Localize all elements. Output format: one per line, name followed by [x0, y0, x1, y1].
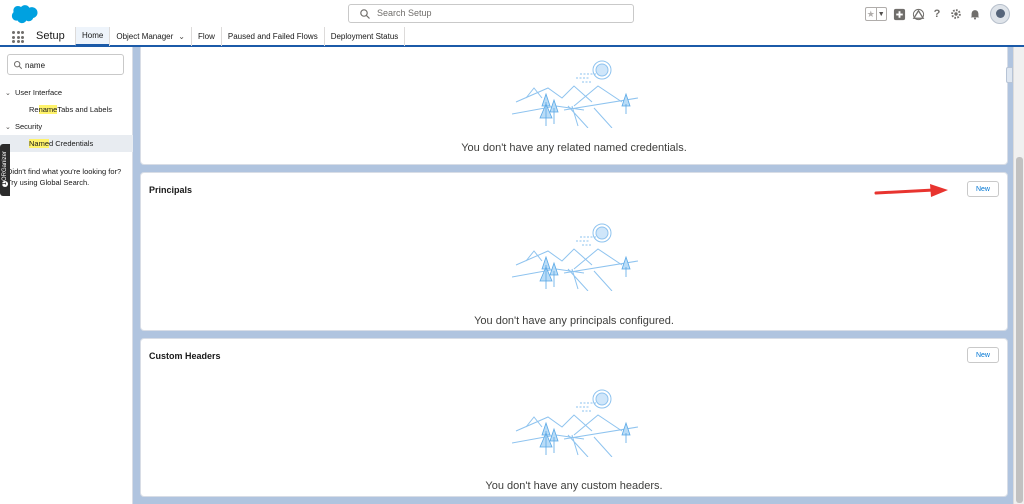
search-icon — [360, 9, 370, 19]
tab-object-manager[interactable]: Object Manager ⌄ — [109, 27, 191, 46]
gear-icon[interactable] — [949, 7, 963, 21]
app-name: Setup — [36, 30, 65, 42]
quick-find-input[interactable] — [25, 58, 120, 72]
card-title: Principals — [149, 185, 193, 195]
help-icon[interactable]: ? — [930, 7, 944, 21]
empty-state-message: You don't have any related named credent… — [461, 142, 687, 154]
main-content: You don't have any related named credent… — [133, 47, 1013, 504]
empty-state-message: You don't have any principals configured… — [474, 315, 674, 327]
tree-node-label: Security — [15, 122, 43, 131]
chevron-down-icon[interactable]: ▼ — [875, 8, 887, 20]
tab-deployment-status-label: Deployment Status — [330, 32, 399, 41]
salesforce-logo-icon[interactable] — [9, 4, 39, 24]
quick-find-help-text: Didn't find what you're looking for? Try… — [7, 166, 131, 188]
app-launcher-icon[interactable] — [12, 31, 24, 43]
help-line: Didn't find what you're looking for? — [7, 167, 122, 176]
tree-item-text: d Credentials — [49, 139, 94, 148]
tree-item-rename-tabs-labels[interactable]: Re name Tabs and Labels — [0, 101, 133, 118]
chevron-down-icon[interactable]: ⌄ — [178, 32, 185, 41]
search-highlight: name — [38, 105, 58, 114]
card-title: Custom Headers — [149, 351, 221, 361]
search-icon — [13, 60, 23, 70]
empty-state-illustration — [512, 60, 638, 128]
chevron-down-icon[interactable]: ⌄ — [5, 123, 15, 131]
search-placeholder: Search Setup — [377, 8, 432, 18]
organizer-count-badge: 1 — [2, 181, 8, 188]
custom-headers-card: Custom Headers New You don't have any cu… — [140, 338, 1008, 497]
trailhead-icon[interactable] — [911, 7, 925, 21]
global-header: Search Setup ★ ▼ ? — [0, 0, 1024, 27]
tree-node-security[interactable]: ⌄ Security — [0, 118, 133, 135]
vertical-scrollbar[interactable] — [1013, 47, 1024, 504]
tab-paused-failed-flows[interactable]: Paused and Failed Flows — [220, 27, 324, 46]
favorites-button[interactable]: ★ ▼ — [865, 7, 887, 21]
empty-state-message: You don't have any custom headers. — [485, 480, 663, 492]
setup-tree: ⌄ User Interface Re name Tabs and Labels ⌄… — [0, 84, 133, 152]
new-principal-button[interactable]: New — [967, 181, 999, 197]
scrollbar-thumb[interactable] — [1016, 157, 1023, 503]
tab-home-label: Home — [82, 31, 104, 40]
organizer-side-tab[interactable]: 1 ORGanizer — [0, 144, 10, 196]
organizer-label: ORGanizer — [2, 151, 8, 182]
tab-object-manager-label: Object Manager — [116, 32, 174, 41]
tab-paused-failed-flows-label: Paused and Failed Flows — [227, 32, 318, 41]
user-avatar[interactable] — [990, 4, 1010, 24]
collapse-panel-handle[interactable] — [1006, 67, 1013, 83]
global-search-input[interactable]: Search Setup — [348, 4, 634, 23]
star-icon: ★ — [866, 8, 875, 19]
search-highlight: Name — [29, 139, 50, 148]
new-custom-header-button[interactable]: New — [967, 347, 999, 363]
tree-item-text: Tabs and Labels — [57, 105, 112, 114]
tree-item-named-credentials[interactable]: Name d Credentials — [0, 135, 133, 152]
app-nav-bar: Setup Home Object Manager ⌄ Flow Paused a… — [0, 27, 1024, 47]
empty-state-illustration — [512, 389, 638, 457]
tab-home[interactable]: Home — [75, 27, 110, 46]
setup-sidebar: ⌄User Interface Rename Tabs and Labels ⌄… — [0, 47, 133, 504]
notifications-bell-icon[interactable] — [968, 7, 982, 21]
tree-node-user-interface[interactable]: ⌄ User Interface — [0, 84, 133, 101]
tree-item-text: Re — [29, 105, 39, 114]
tab-flow-label: Flow — [197, 32, 215, 41]
help-line: Try using Global Search. — [7, 178, 90, 187]
quick-find-box[interactable] — [7, 54, 124, 75]
related-named-credentials-card: You don't have any related named credent… — [140, 47, 1008, 165]
nav-tabs: Home Object Manager ⌄ Flow Paused and Fai… — [75, 27, 406, 46]
tab-deployment-status[interactable]: Deployment Status — [323, 27, 406, 46]
annotation-arrow-icon — [874, 184, 948, 197]
chevron-down-icon[interactable]: ⌄ — [5, 89, 15, 97]
global-actions-icon[interactable] — [892, 7, 906, 21]
header-actions: ★ ▼ ? — [865, 4, 1010, 24]
tree-node-label: User Interface — [15, 88, 63, 97]
tab-flow[interactable]: Flow — [190, 27, 221, 46]
empty-state-illustration — [512, 223, 638, 291]
